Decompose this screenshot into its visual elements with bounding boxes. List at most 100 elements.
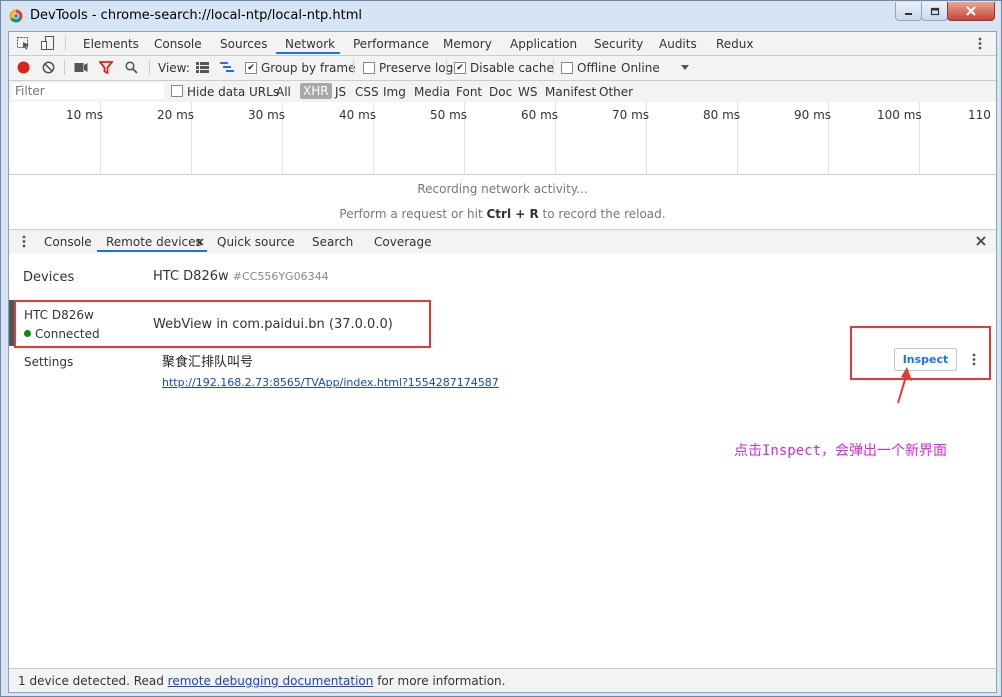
minimize-icon xyxy=(905,12,912,15)
screenshot-capture-icon[interactable] xyxy=(74,62,88,73)
annotation-arrow-icon xyxy=(897,367,912,404)
remote-devices-panel: Devices HTC D826w #CC556YG06344 HTC D826… xyxy=(9,253,996,663)
drawer-menu-icon[interactable] xyxy=(22,235,26,248)
tick-label: 10 ms xyxy=(66,108,104,122)
tick-label: 30 ms xyxy=(248,108,286,122)
window-title: DevTools - chrome-search://local-ntp/loc… xyxy=(30,8,363,23)
hide-data-urls-label: Hide data URLs xyxy=(187,85,280,99)
status-text: 1 device detected. Read remote debugging… xyxy=(18,674,505,688)
throttling-select[interactable]: Online xyxy=(621,61,660,75)
tab-network[interactable]: Network xyxy=(285,37,335,51)
tab-sources[interactable]: Sources xyxy=(220,37,267,51)
inspect-element-icon[interactable] xyxy=(17,37,30,50)
filter-type-all[interactable]: All xyxy=(276,85,291,99)
reload-hint-suffix: to record the reload. xyxy=(538,207,666,221)
tick-label: 80 ms xyxy=(703,108,741,122)
device-serial: #CC556YG06344 xyxy=(232,270,329,283)
filter-type-doc[interactable]: Doc xyxy=(489,85,512,99)
offline-label: Offline xyxy=(577,61,617,75)
close-icon xyxy=(966,6,976,16)
restore-button[interactable] xyxy=(921,2,948,21)
tab-application[interactable]: Application xyxy=(510,37,577,51)
filter-type-font[interactable]: Font xyxy=(456,85,482,99)
filter-icon[interactable] xyxy=(99,61,113,74)
filter-bar: Hide data URLs All XHR JS CSS Img Media … xyxy=(9,81,996,103)
drawer-tab-remote-devices[interactable]: Remote devices xyxy=(106,235,202,249)
status-prefix: 1 device detected. Read xyxy=(18,674,168,688)
tick-label: 50 ms xyxy=(430,108,468,122)
tick-label: 110 xyxy=(968,108,991,122)
inspect-highlight-box xyxy=(850,326,991,380)
toolbar-separator xyxy=(149,60,150,75)
tab-performance[interactable]: Performance xyxy=(353,37,429,51)
devtools-window: DevTools - chrome-search://local-ntp/loc… xyxy=(0,0,1002,697)
record-icon[interactable] xyxy=(17,61,30,74)
toolbar-separator xyxy=(64,60,65,75)
filter-type-ws[interactable]: WS xyxy=(518,85,537,99)
tab-audits[interactable]: Audits xyxy=(659,37,697,51)
reload-hint: Perform a request or hit Ctrl + R to rec… xyxy=(9,207,996,221)
tab-separator xyxy=(65,36,66,51)
active-drawer-tab-indicator xyxy=(97,250,207,252)
settings-item[interactable]: Settings xyxy=(24,355,73,369)
close-tab-icon[interactable] xyxy=(196,238,204,246)
drawer-tab-search[interactable]: Search xyxy=(312,235,353,249)
tab-redux[interactable]: Redux xyxy=(716,37,754,51)
filter-type-other[interactable]: Other xyxy=(599,85,633,99)
device-model: HTC D826w xyxy=(153,269,229,284)
tick-label: 90 ms xyxy=(794,108,832,122)
chevron-down-icon[interactable] xyxy=(681,65,689,70)
annotation-text: 点击Inspect，会弹出一个新界面 xyxy=(734,443,948,459)
tab-elements[interactable]: Elements xyxy=(83,37,139,51)
filter-type-media[interactable]: Media xyxy=(414,85,450,99)
disable-cache-label: Disable cache xyxy=(470,61,554,75)
drawer-tab-quick-source[interactable]: Quick source xyxy=(217,235,295,249)
filter-type-js[interactable]: JS xyxy=(335,85,346,99)
device-toolbar-icon[interactable] xyxy=(41,36,55,51)
device-highlight-box xyxy=(14,300,431,348)
page-url-link[interactable]: http://192.168.2.73:8565/TVApp/index.htm… xyxy=(162,376,499,389)
more-options-icon[interactable] xyxy=(978,37,982,50)
reload-hint-prefix: Perform a request or hit xyxy=(339,207,487,221)
filter-type-css[interactable]: CSS xyxy=(355,85,379,99)
offline-checkbox[interactable] xyxy=(561,62,573,74)
filter-type-manifest[interactable]: Manifest xyxy=(545,85,596,99)
preserve-log-label: Preserve log xyxy=(379,61,454,75)
group-by-frame-checkbox[interactable]: ✔ xyxy=(245,62,257,74)
devices-heading: Devices xyxy=(23,270,75,285)
tab-console[interactable]: Console xyxy=(154,37,202,51)
group-by-frame-label: Group by frame xyxy=(261,61,356,75)
title-bar: DevTools - chrome-search://local-ntp/loc… xyxy=(1,1,1001,31)
clear-icon[interactable] xyxy=(42,61,55,74)
toolbar-separator xyxy=(553,60,554,75)
filter-type-img[interactable]: Img xyxy=(383,85,406,99)
tab-memory[interactable]: Memory xyxy=(443,37,492,51)
tick-label: 60 ms xyxy=(521,108,559,122)
close-button[interactable] xyxy=(947,2,995,21)
large-rows-icon[interactable] xyxy=(196,62,209,73)
active-tab-indicator xyxy=(276,52,340,54)
network-toolbar: View: ✔ Group by frame Preserve log ✔ Di… xyxy=(9,56,996,81)
drawer-tab-bar: Console Remote devices Quick source Sear… xyxy=(9,229,996,254)
tab-security[interactable]: Security xyxy=(594,37,643,51)
drawer-tab-coverage[interactable]: Coverage xyxy=(374,235,432,249)
status-suffix: for more information. xyxy=(373,674,506,688)
reload-shortcut: Ctrl + R xyxy=(486,207,539,221)
disable-cache-checkbox[interactable]: ✔ xyxy=(454,62,466,74)
drawer-tab-console[interactable]: Console xyxy=(44,235,92,249)
minimize-button[interactable] xyxy=(895,2,922,21)
close-drawer-icon[interactable] xyxy=(976,236,986,246)
filter-input[interactable] xyxy=(12,83,164,99)
device-header: HTC D826w #CC556YG06344 xyxy=(153,269,329,284)
remote-debugging-docs-link[interactable]: remote debugging documentation xyxy=(168,674,374,688)
hide-data-urls-checkbox[interactable] xyxy=(171,85,183,97)
filter-type-xhr[interactable]: XHR xyxy=(300,83,332,99)
devtools-client: Elements Console Sources Network Perform… xyxy=(8,31,997,693)
preserve-log-checkbox[interactable] xyxy=(363,62,375,74)
search-icon[interactable] xyxy=(125,61,138,74)
waterfall-view-icon[interactable] xyxy=(220,62,234,73)
tick-label: 100 ms xyxy=(877,108,922,122)
tick-label: 20 ms xyxy=(157,108,195,122)
status-bar: 1 device detected. Read remote debugging… xyxy=(9,668,996,692)
toolbar-separator xyxy=(446,60,447,75)
